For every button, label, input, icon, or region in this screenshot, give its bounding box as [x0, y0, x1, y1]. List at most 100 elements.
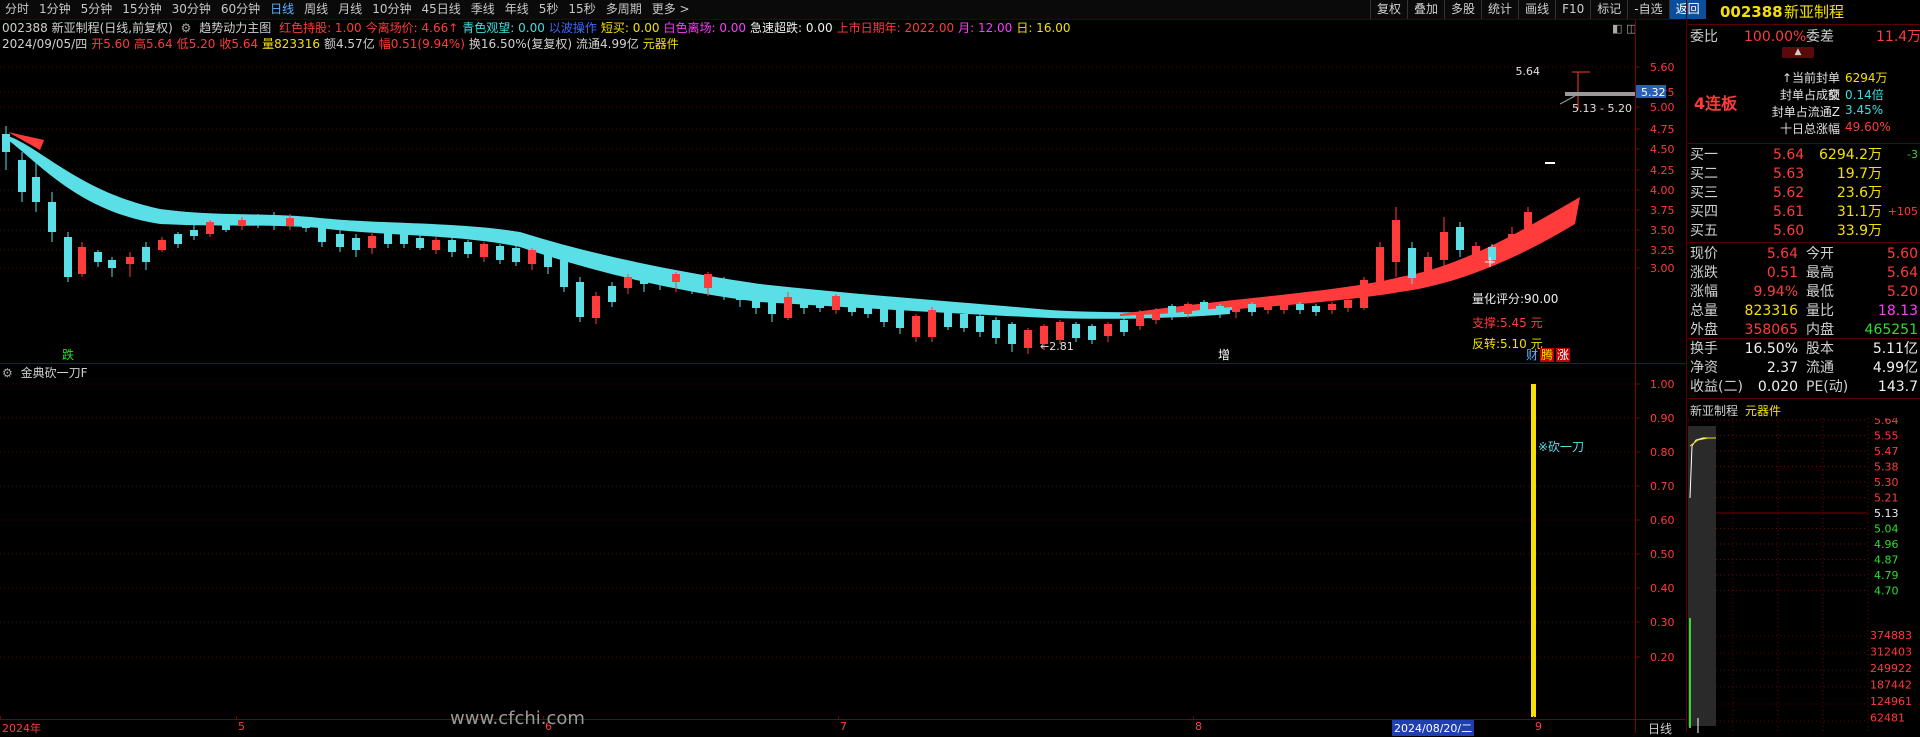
ohlc-field: 低5.20 [176, 37, 216, 51]
y-tick-label: 4.50 [1650, 143, 1675, 156]
signal-bar [1531, 384, 1536, 717]
buy-order-row[interactable]: 买四 5.61 31.1万 +105 [1688, 203, 1920, 221]
signal-zhang: 涨 [1557, 347, 1569, 362]
y-tick-label: 3.50 [1650, 224, 1675, 237]
buy-order-row[interactable]: 买一 5.64 6294.2万 -3 [1688, 146, 1920, 164]
candle [1472, 246, 1480, 258]
candle [544, 252, 552, 267]
candle [174, 234, 182, 244]
collapse-icon[interactable]: ▲ [1782, 47, 1814, 58]
quote-row: 外盘 358065 内盘 465251 [1688, 321, 1920, 339]
candle [1264, 304, 1272, 310]
gear-icon[interactable]: ⚙ [181, 21, 192, 35]
mini-price-tick: 5.30 [1874, 476, 1899, 489]
sub-chart[interactable]: 1.00 0.90 0.80 0.70 0.60 0.50 0.40 0.30 0.20 ※砍一刀 [0, 364, 1685, 719]
ohlc-field: 收5.64 [219, 37, 259, 51]
indicator-name[interactable]: 趋势动力主图 [199, 21, 271, 35]
candle [1344, 300, 1352, 308]
sub-y-tick-label: 0.80 [1650, 446, 1675, 459]
indicator-param: 红色持股: 1.00 [279, 21, 362, 35]
buy-order-row[interactable]: 买三 5.62 23.6万 [1688, 184, 1920, 202]
period-tab[interactable]: 多周期 [601, 0, 647, 19]
candle [1376, 247, 1384, 284]
indicator-param: 短买: 0.00 [600, 21, 660, 35]
x-axis-label: 8 [1195, 720, 1202, 733]
toolbar-button[interactable]: 画线 [1518, 0, 1555, 19]
ohlc-field: 幅0.51(9.94%) [378, 37, 465, 51]
toolbar-button[interactable]: 多股 [1444, 0, 1481, 19]
candle [1408, 248, 1416, 278]
toolbar-button[interactable]: -自选 [1627, 0, 1668, 19]
indicator-header: 002388 新亚制程(日线,前复权) ⚙ 趋势动力主图 红色持股: 1.00 今… [2, 21, 1079, 36]
buy-order-row[interactable]: 买五 5.60 33.9万 [1688, 222, 1920, 240]
quote-label: 流通 [1806, 360, 1834, 376]
axis-separator [1635, 20, 1636, 733]
period-tab[interactable]: 5秒 [534, 0, 564, 19]
candle [592, 296, 600, 318]
price-tag-label: 5.32 [1641, 86, 1666, 99]
toolbar-button[interactable]: 复权 [1370, 0, 1407, 19]
period-tab[interactable]: 60分钟 [216, 0, 265, 19]
mini-volume-tick: 312403 [1870, 646, 1912, 659]
mini-sector: 元器件 [1745, 404, 1782, 418]
candle [864, 300, 872, 314]
indicator-params: 红色持股: 1.00 今离场价: 4.66↑ 青色观望: 0.00 以波操作 短买: 0… [279, 21, 1074, 35]
limit-stat-label: 封单占流通Z [1771, 105, 1840, 119]
quote-value: 5.20 [1886, 284, 1918, 300]
period-tab[interactable]: 季线 [466, 0, 500, 19]
toolbar: 复权 叠加 多股 统计 画线 F10 标记 -自选 返回 [1370, 0, 1706, 19]
candle [352, 238, 360, 250]
main-chart[interactable]: 5.605.255.004.754.504.254.003.753.503.25… [0, 52, 1685, 362]
candle [1424, 257, 1432, 274]
mini-volume-bar [1689, 618, 1691, 728]
period-tab[interactable]: 日线 [265, 0, 299, 19]
signal-label: ※砍一刀 [1538, 439, 1584, 454]
quote-label: 最低 [1806, 284, 1834, 300]
candle [1524, 212, 1532, 242]
sub-y-tick-label: 0.40 [1650, 582, 1675, 595]
toolbar-button[interactable]: F10 [1555, 0, 1590, 19]
candle [206, 222, 214, 234]
limit-stat-label: 十日总涨幅 [1779, 122, 1840, 136]
buy-order-row[interactable]: 买二 5.63 19.7万 [1688, 165, 1920, 183]
period-tab[interactable]: 周线 [299, 0, 333, 19]
toolbar-button[interactable]: 叠加 [1407, 0, 1444, 19]
candle [254, 217, 262, 224]
candle [286, 218, 294, 226]
period-tab[interactable]: 30分钟 [167, 0, 216, 19]
period-tab[interactable]: 年线 [500, 0, 534, 19]
candle [608, 286, 616, 302]
x-axis-label: 2024年 [2, 722, 41, 735]
y-tick-label: 3.00 [1650, 262, 1675, 275]
candle [1392, 220, 1400, 262]
quote-value: 18.13 [1877, 303, 1918, 319]
period-tab[interactable]: 15秒 [563, 0, 600, 19]
buy-order-volume: 31.1万 [1836, 204, 1882, 220]
weicha-value: 11.4万 [1876, 29, 1920, 45]
period-tab[interactable]: 更多 > [647, 0, 695, 19]
candle [64, 237, 72, 277]
period-tab[interactable]: 分时 [0, 0, 34, 19]
candle [222, 220, 230, 230]
period-tab[interactable]: 45日线 [416, 0, 465, 19]
signal-cai: 财 [1526, 348, 1538, 362]
x-axis-label: 9 [1535, 720, 1542, 733]
minimize-icon[interactable]: ◧ [1612, 22, 1622, 35]
candle [302, 220, 310, 228]
buy-order-label: 买四 [1690, 204, 1718, 220]
period-tab[interactable]: 1分钟 [34, 0, 76, 19]
buy-order-label: 买三 [1690, 185, 1718, 201]
period-tab[interactable]: 15分钟 [117, 0, 166, 19]
candle [1072, 324, 1080, 338]
mini-intraday-chart[interactable]: 5.64 5.55 5.47 5.38 5.30 5.21 5.13 5.04 4.96 4.87… [1688, 418, 1920, 733]
toolbar-button[interactable]: 统计 [1481, 0, 1518, 19]
period-label[interactable]: 日线 [1648, 720, 1672, 737]
candle [992, 320, 1000, 338]
period-tab[interactable]: 10分钟 [367, 0, 416, 19]
candle [1152, 310, 1160, 320]
candle [78, 247, 86, 274]
period-tab[interactable]: 5分钟 [76, 0, 118, 19]
period-tab[interactable]: 月线 [333, 0, 367, 19]
toolbar-button[interactable]: 标记 [1590, 0, 1627, 19]
signal-zeng: 增 [1218, 348, 1230, 362]
